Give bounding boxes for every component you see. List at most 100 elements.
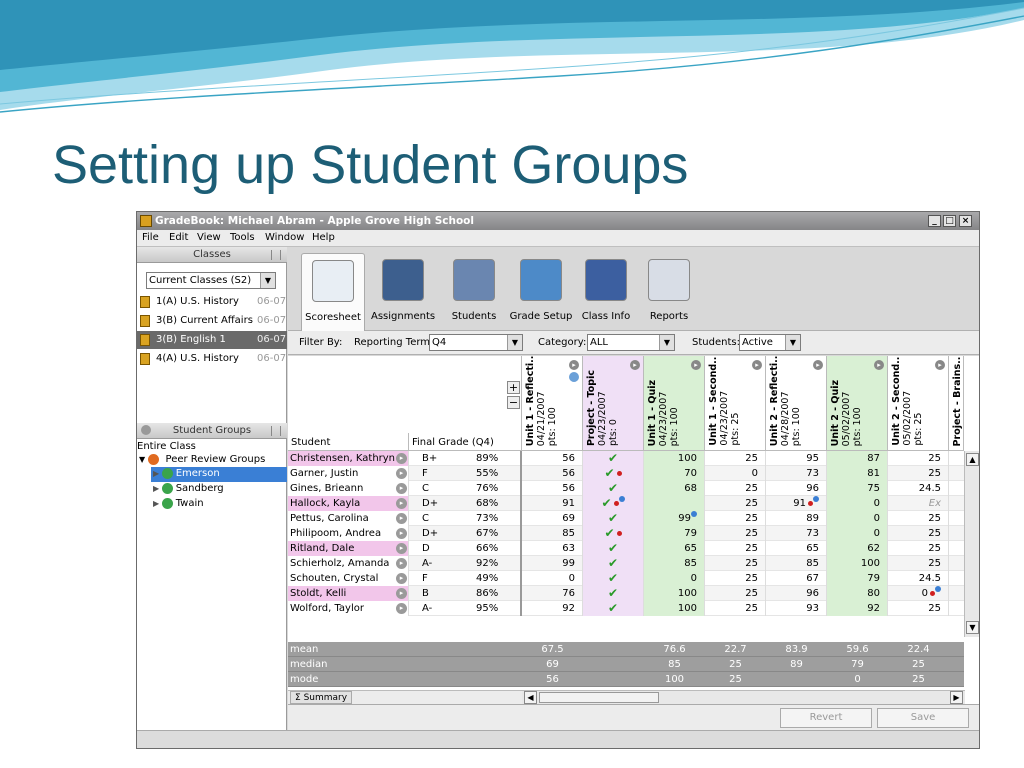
score-cell[interactable]: ✔	[583, 526, 644, 541]
score-cell[interactable]: ✔	[583, 496, 644, 511]
score-cell[interactable]: 63	[522, 541, 583, 556]
column-menu-icon[interactable]: ▸	[569, 360, 579, 370]
score-cell[interactable]: 25	[888, 466, 949, 481]
score-cell[interactable]: 25	[705, 541, 766, 556]
score-cell[interactable]: 87	[827, 451, 888, 466]
menu-edit[interactable]: Edit	[169, 232, 188, 243]
score-cell[interactable]: 25	[705, 556, 766, 571]
assignment-column-header[interactable]: Unit 1 - Reflecti... 04/21/2007 pts: 100 ▸	[522, 356, 583, 451]
table-row[interactable]: Schierholz, Amanda ▸ A- 92% 99 ✔ 85 25 85 100 25	[288, 556, 964, 571]
score-cell[interactable]: 25	[705, 601, 766, 616]
table-row[interactable]: Philipoom, Andrea ▸ D+ 67% 85 ✔ 79 25 73 0 25	[288, 526, 964, 541]
toolbar-students-button[interactable]: Students	[442, 253, 506, 331]
score-cell[interactable]: 91	[522, 496, 583, 511]
row-arrow-icon[interactable]: ▸	[396, 528, 407, 539]
assignment-column-header[interactable]: Project - Topic 04/23/2007 pts: 0 ▸	[583, 356, 644, 451]
class-item[interactable]: 1(A) U.S. History 06-07	[137, 293, 287, 311]
score-cell[interactable]: Ex	[888, 496, 949, 511]
info-icon[interactable]	[569, 372, 579, 382]
score-cell[interactable]: 81	[827, 466, 888, 481]
save-button[interactable]: Save	[877, 708, 969, 728]
row-arrow-icon[interactable]: ▸	[396, 513, 407, 524]
table-row[interactable]: Stoldt, Kelli ▸ B 86% 76 ✔ 100 25 96 80 0	[288, 586, 964, 601]
student-name-cell[interactable]: Philipoom, Andrea ▸	[288, 526, 408, 541]
student-name-cell[interactable]: Gines, Brieann ▸	[288, 481, 408, 496]
student-name-cell[interactable]: Garner, Justin ▸	[288, 466, 408, 481]
score-cell[interactable]: ✔	[583, 586, 644, 601]
column-menu-icon[interactable]: ▸	[691, 360, 701, 370]
score-cell[interactable]: 0	[705, 466, 766, 481]
score-cell[interactable]: 75	[827, 481, 888, 496]
score-cell[interactable]: 79	[827, 571, 888, 586]
chevron-down-icon[interactable]: ▼	[659, 335, 674, 350]
score-cell[interactable]: 68	[644, 481, 705, 496]
scroll-down-icon[interactable]: ▼	[966, 621, 979, 634]
toolbar-scoresheet-button[interactable]: Scoresheet	[301, 253, 365, 331]
class-item[interactable]: 4(A) U.S. History 06-07	[137, 350, 287, 368]
group-item[interactable]: ▶ Sandberg	[151, 482, 287, 497]
score-cell[interactable]: ✔	[583, 451, 644, 466]
row-arrow-icon[interactable]: ▸	[396, 588, 407, 599]
grip-icon[interactable]	[271, 426, 281, 436]
window-titlebar[interactable]: GradeBook: Michael Abram - Apple Grove H…	[137, 212, 979, 230]
score-cell[interactable]: ✔	[583, 481, 644, 496]
score-cell[interactable]: 100	[644, 451, 705, 466]
revert-button[interactable]: Revert	[780, 708, 872, 728]
tree-peer-review-groups[interactable]: ▼ Peer Review Groups	[139, 453, 265, 467]
class-item[interactable]: 3(B) Current Affairs 06-07	[137, 312, 287, 330]
score-cell[interactable]: 99	[644, 511, 705, 526]
score-cell[interactable]: 92	[827, 601, 888, 616]
student-column-header[interactable]: Student	[291, 437, 330, 448]
score-cell[interactable]: ✔	[583, 466, 644, 481]
grip-icon[interactable]	[271, 250, 281, 260]
score-cell[interactable]: 65	[644, 541, 705, 556]
chevron-down-icon[interactable]: ▼	[260, 273, 275, 288]
zoom-plus-button[interactable]: +	[507, 381, 520, 394]
score-cell[interactable]: 96	[766, 481, 827, 496]
menu-window[interactable]: Window	[265, 232, 304, 243]
assignment-column-header[interactable]: Unit 2 - Reflecti... 04/28/2007 pts: 100 ▸	[766, 356, 827, 451]
toolbar-class-info-button[interactable]: Class Info	[574, 253, 638, 331]
column-menu-icon[interactable]: ▸	[630, 360, 640, 370]
table-row[interactable]: Wolford, Taylor ▸ A- 95% 92 ✔ 100 25 93 92 25	[288, 601, 964, 616]
expand-right-icon[interactable]: ▶	[153, 484, 162, 493]
score-cell[interactable]: 25	[888, 511, 949, 526]
table-row[interactable]: Ritland, Dale ▸ D 66% 63 ✔ 65 25 65 62 25	[288, 541, 964, 556]
score-cell[interactable]: 100	[644, 601, 705, 616]
classes-selector[interactable]: Current Classes (S2) ▼	[146, 272, 276, 289]
score-cell[interactable]: 93	[766, 601, 827, 616]
score-cell[interactable]: ✔	[583, 571, 644, 586]
score-cell[interactable]: 56	[522, 466, 583, 481]
scroll-up-icon[interactable]: ▲	[966, 453, 979, 466]
score-cell[interactable]: 69	[522, 511, 583, 526]
score-cell[interactable]: 0	[888, 586, 949, 601]
score-cell[interactable]: 25	[888, 526, 949, 541]
table-row[interactable]: Garner, Justin ▸ F 55% 56 ✔ 70 0 73 81 25	[288, 466, 964, 481]
column-menu-icon[interactable]: ▸	[874, 360, 884, 370]
table-row[interactable]: Schouten, Crystal ▸ F 49% 0 ✔ 0 25 67 79 24.5	[288, 571, 964, 586]
score-cell[interactable]: 73	[766, 526, 827, 541]
assignment-column-header[interactable]: Unit 1 - Quiz 04/23/2007 pts: 100 ▸	[644, 356, 705, 451]
score-cell[interactable]: 99	[522, 556, 583, 571]
group-item[interactable]: ▶ Twain	[151, 497, 287, 512]
expand-right-icon[interactable]: ▶	[153, 499, 162, 508]
score-cell[interactable]: 76	[522, 586, 583, 601]
score-cell[interactable]: 25	[888, 451, 949, 466]
zoom-minus-button[interactable]: −	[507, 396, 520, 409]
assignment-column-header[interactable]: Unit 2 - Second... 05/02/2007 pts: 25 ▸	[888, 356, 949, 451]
table-row[interactable]: Hallock, Kayla ▸ D+ 68% 91 ✔ 25 91 0 Ex	[288, 496, 964, 511]
student-name-cell[interactable]: Ritland, Dale ▸	[288, 541, 408, 556]
score-cell[interactable]: 56	[522, 481, 583, 496]
student-name-cell[interactable]: Hallock, Kayla ▸	[288, 496, 408, 511]
toolbar-grade-setup-button[interactable]: Grade Setup	[509, 253, 573, 331]
score-cell[interactable]: 65	[766, 541, 827, 556]
tree-entire-class[interactable]: Entire Class	[137, 440, 196, 454]
score-cell[interactable]: 100	[644, 586, 705, 601]
scroll-thumb[interactable]	[539, 692, 659, 703]
vertical-scrollbar[interactable]: ▲ ▼	[964, 451, 979, 637]
category-select[interactable]: ALL ▼	[587, 334, 675, 351]
final-grade-column-header[interactable]: Final Grade (Q4)	[412, 437, 494, 448]
class-item[interactable]: 3(B) English 1 06-07	[137, 331, 287, 349]
score-cell[interactable]: 0	[827, 511, 888, 526]
score-cell[interactable]: 79	[644, 526, 705, 541]
